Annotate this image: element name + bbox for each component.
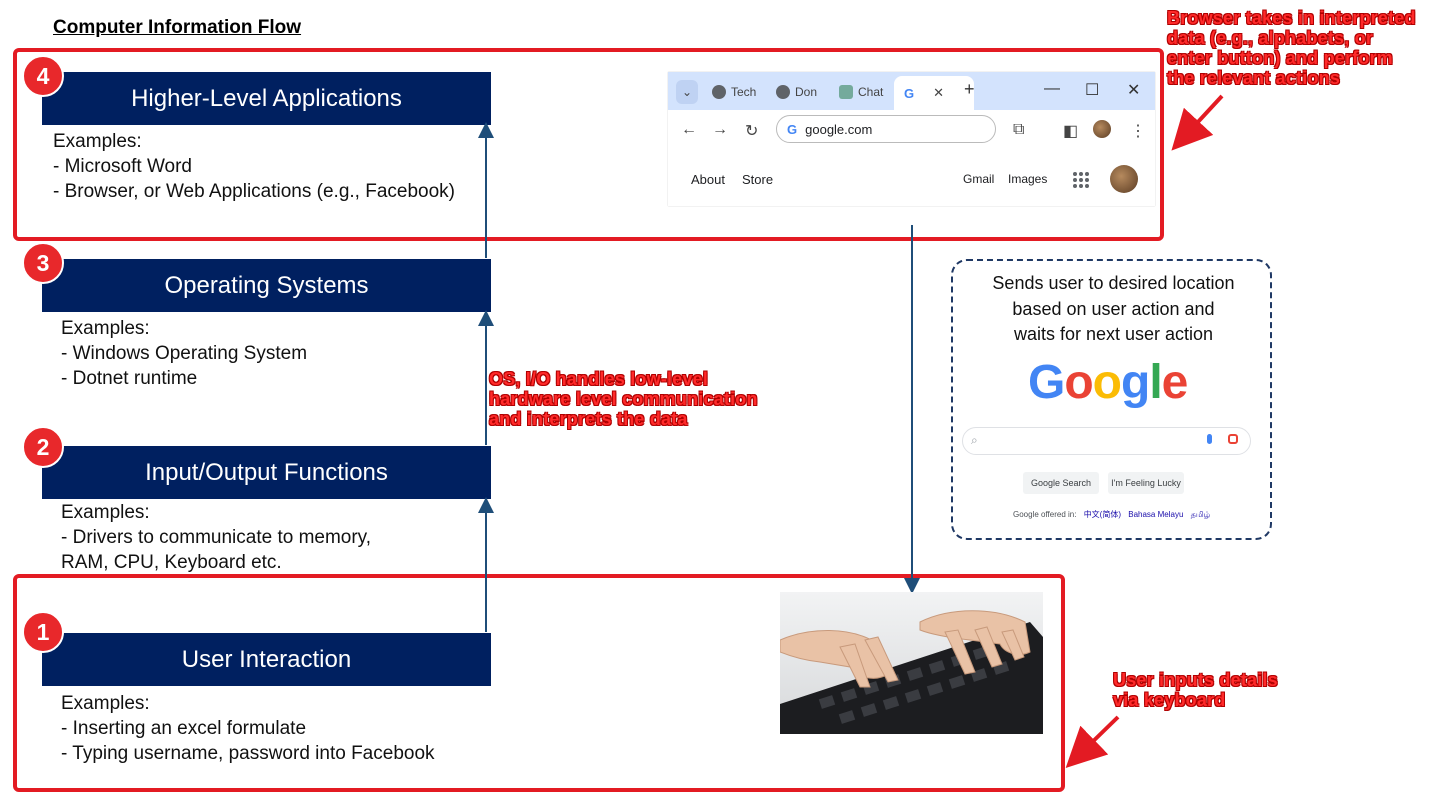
annotation-os: OS, I/O handles low-level hardware level… xyxy=(489,369,758,429)
logo-letter: g xyxy=(1121,356,1150,409)
search-icon: ⌕ xyxy=(971,433,978,447)
apps-grid-icon[interactable] xyxy=(1073,172,1089,188)
camera-lens-icon[interactable] xyxy=(1228,434,1238,444)
microphone-icon[interactable] xyxy=(1207,434,1212,444)
address-bar[interactable]: G google.com xyxy=(776,115,996,143)
chevron-down-icon: ⌄ xyxy=(681,85,693,99)
tab-tech[interactable]: Tech xyxy=(712,80,756,104)
globe-icon xyxy=(776,85,790,99)
forward-arrow-icon[interactable]: → xyxy=(712,121,728,139)
tab-don[interactable]: Don xyxy=(776,80,817,104)
menu-icon[interactable]: ⋮ xyxy=(1130,121,1146,141)
chatgpt-icon xyxy=(839,85,853,99)
google-logo: Google xyxy=(1028,355,1189,410)
keyboard-typing-image xyxy=(780,592,1043,734)
logo-letter: o xyxy=(1064,356,1093,409)
extensions-icon[interactable]: ⧉ xyxy=(1013,121,1024,139)
account-avatar[interactable] xyxy=(1110,165,1138,193)
language-link[interactable]: தமிழ் xyxy=(1191,510,1211,519)
minimize-button[interactable]: — xyxy=(1044,80,1060,98)
language-link[interactable]: 中文(简体) xyxy=(1084,510,1121,519)
back-arrow-icon[interactable]: ← xyxy=(681,121,697,139)
logo-letter: o xyxy=(1092,356,1122,409)
logo-letter: e xyxy=(1161,356,1189,409)
google-search-card: Sends user to desired location based on … xyxy=(951,259,1272,540)
feeling-lucky-button[interactable]: I'm Feeling Lucky xyxy=(1108,472,1184,494)
language-offer: Google offered in: 中文(简体) Bahasa Melayu … xyxy=(1013,510,1211,519)
close-tab-icon[interactable]: ✕ xyxy=(933,85,944,101)
tab-chat[interactable]: Chat xyxy=(839,80,883,104)
close-window-button[interactable]: ✕ xyxy=(1127,80,1140,100)
annotation-browser: Browser takes in interpreted data (e.g.,… xyxy=(1167,8,1416,88)
profile-avatar[interactable] xyxy=(1093,120,1111,138)
url-text: google.com xyxy=(805,121,873,137)
reload-icon[interactable]: ↻ xyxy=(745,121,758,141)
annotation-user: User inputs details via keyboard xyxy=(1113,670,1278,710)
link-about[interactable]: About xyxy=(691,172,725,187)
browser-window: ⌄ Tech Don Chat G ✕ + — ☐ ✕ ← → ↻ G goog… xyxy=(668,72,1155,206)
logo-letter: G xyxy=(1028,356,1065,409)
red-arrow-browser xyxy=(1171,94,1224,151)
google-g-icon: G xyxy=(904,85,915,101)
link-store[interactable]: Store xyxy=(742,172,773,187)
red-arrow-user xyxy=(1065,715,1120,768)
link-gmail[interactable]: Gmail xyxy=(963,172,994,186)
tab-bar: ⌄ Tech Don Chat G ✕ + — ☐ ✕ xyxy=(668,72,1155,110)
new-tab-button[interactable]: + xyxy=(964,79,975,100)
link-images[interactable]: Images xyxy=(1008,172,1047,186)
maximize-button[interactable]: ☐ xyxy=(1085,80,1099,100)
logo-letter: l xyxy=(1149,356,1162,409)
google-g-icon: G xyxy=(787,121,798,137)
google-search-input[interactable]: ⌕ xyxy=(962,427,1251,455)
language-link[interactable]: Bahasa Melayu xyxy=(1128,510,1183,519)
google-search-button[interactable]: Google Search xyxy=(1023,472,1099,494)
tab-google[interactable]: G ✕ xyxy=(894,76,974,110)
side-panel-icon[interactable]: ◧ xyxy=(1063,121,1078,141)
browser-toolbar: ← → ↻ G google.com ⧉ ◧ ⋮ xyxy=(668,110,1155,150)
globe-icon xyxy=(712,85,726,99)
tab-dropdown[interactable]: ⌄ xyxy=(676,80,698,104)
google-card-caption: Sends user to desired location based on … xyxy=(992,273,1235,344)
